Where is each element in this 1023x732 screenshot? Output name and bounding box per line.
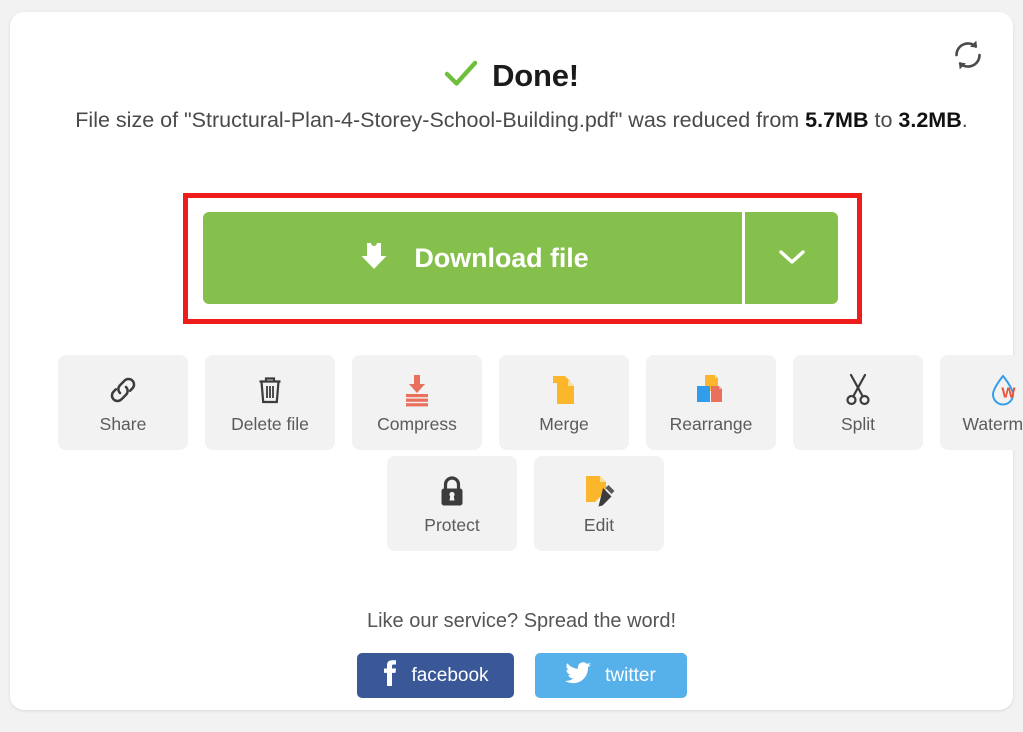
download-button-group: Download file <box>203 212 838 304</box>
tool-split-label: Split <box>840 413 876 434</box>
tools-row-secondary: Protect Edit <box>387 456 664 551</box>
tool-edit[interactable]: Edit <box>534 456 664 551</box>
page-title: Done! <box>492 58 579 93</box>
spread-the-word-text: Like our service? Spread the word! <box>366 610 677 632</box>
tool-merge[interactable]: Merge <box>499 355 629 450</box>
tool-split[interactable]: Split <box>793 355 923 450</box>
svg-text:W: W <box>1001 384 1016 401</box>
result-description: File size of "Structural-Plan-4-Storey-S… <box>50 104 993 137</box>
facebook-share-button[interactable]: facebook <box>356 653 514 698</box>
tool-protect[interactable]: Protect <box>387 456 517 551</box>
watermark-droplet-icon: W <box>988 372 1022 408</box>
desc-prefix: File size of " <box>75 108 192 132</box>
lock-icon <box>437 473 467 509</box>
tool-share[interactable]: Share <box>58 355 188 450</box>
edit-document-icon <box>582 473 616 509</box>
original-size: 5.7MB <box>805 108 869 132</box>
twitter-share-label: twitter <box>605 664 656 686</box>
merge-pages-icon <box>548 372 580 408</box>
desc-suffix: . <box>961 108 968 132</box>
compress-icon <box>401 372 433 408</box>
trash-icon <box>254 372 286 408</box>
tool-watermark-label: Watermark <box>962 413 1023 434</box>
status-heading: Done! <box>10 58 1013 94</box>
facebook-icon <box>381 659 397 693</box>
check-icon <box>444 59 478 94</box>
download-icon <box>356 239 392 278</box>
desc-middle: " was reduced from <box>614 108 806 132</box>
chevron-down-icon <box>777 247 807 270</box>
tool-watermark[interactable]: W Watermark <box>940 355 1023 450</box>
tool-compress-label: Compress <box>377 413 457 434</box>
tool-delete-file[interactable]: Delete file <box>205 355 335 450</box>
tool-rearrange-label: Rearrange <box>669 413 753 434</box>
tool-share-label: Share <box>99 413 147 434</box>
link-icon <box>106 372 140 408</box>
new-size: 3.2MB <box>898 108 962 132</box>
desc-joiner: to <box>868 108 899 132</box>
tool-protect-label: Protect <box>424 514 480 535</box>
rearrange-pages-icon <box>694 372 728 408</box>
page-root: Done! File size of "Structural-Plan-4-St… <box>0 0 1023 732</box>
twitter-share-button[interactable]: twitter <box>534 653 687 698</box>
download-options-button[interactable] <box>745 212 838 304</box>
tool-edit-label: Edit <box>583 514 615 535</box>
tool-merge-label: Merge <box>539 413 589 434</box>
twitter-icon <box>565 661 592 690</box>
social-share-row: facebook twitter <box>10 653 1023 698</box>
tool-rearrange[interactable]: Rearrange <box>646 355 776 450</box>
scissors-icon <box>842 372 874 408</box>
tools-row-primary: Share Delete file Compress Merge Rearran… <box>58 355 1023 450</box>
tool-delete-file-label: Delete file <box>231 413 309 434</box>
download-file-label: Download file <box>414 242 589 273</box>
result-card: Done! File size of "Structural-Plan-4-St… <box>10 12 1023 710</box>
download-file-button[interactable]: Download file <box>203 212 742 304</box>
desc-filename: Structural-Plan-4-Storey-School-Building… <box>191 108 615 132</box>
tool-compress[interactable]: Compress <box>352 355 482 450</box>
facebook-share-label: facebook <box>411 664 489 686</box>
